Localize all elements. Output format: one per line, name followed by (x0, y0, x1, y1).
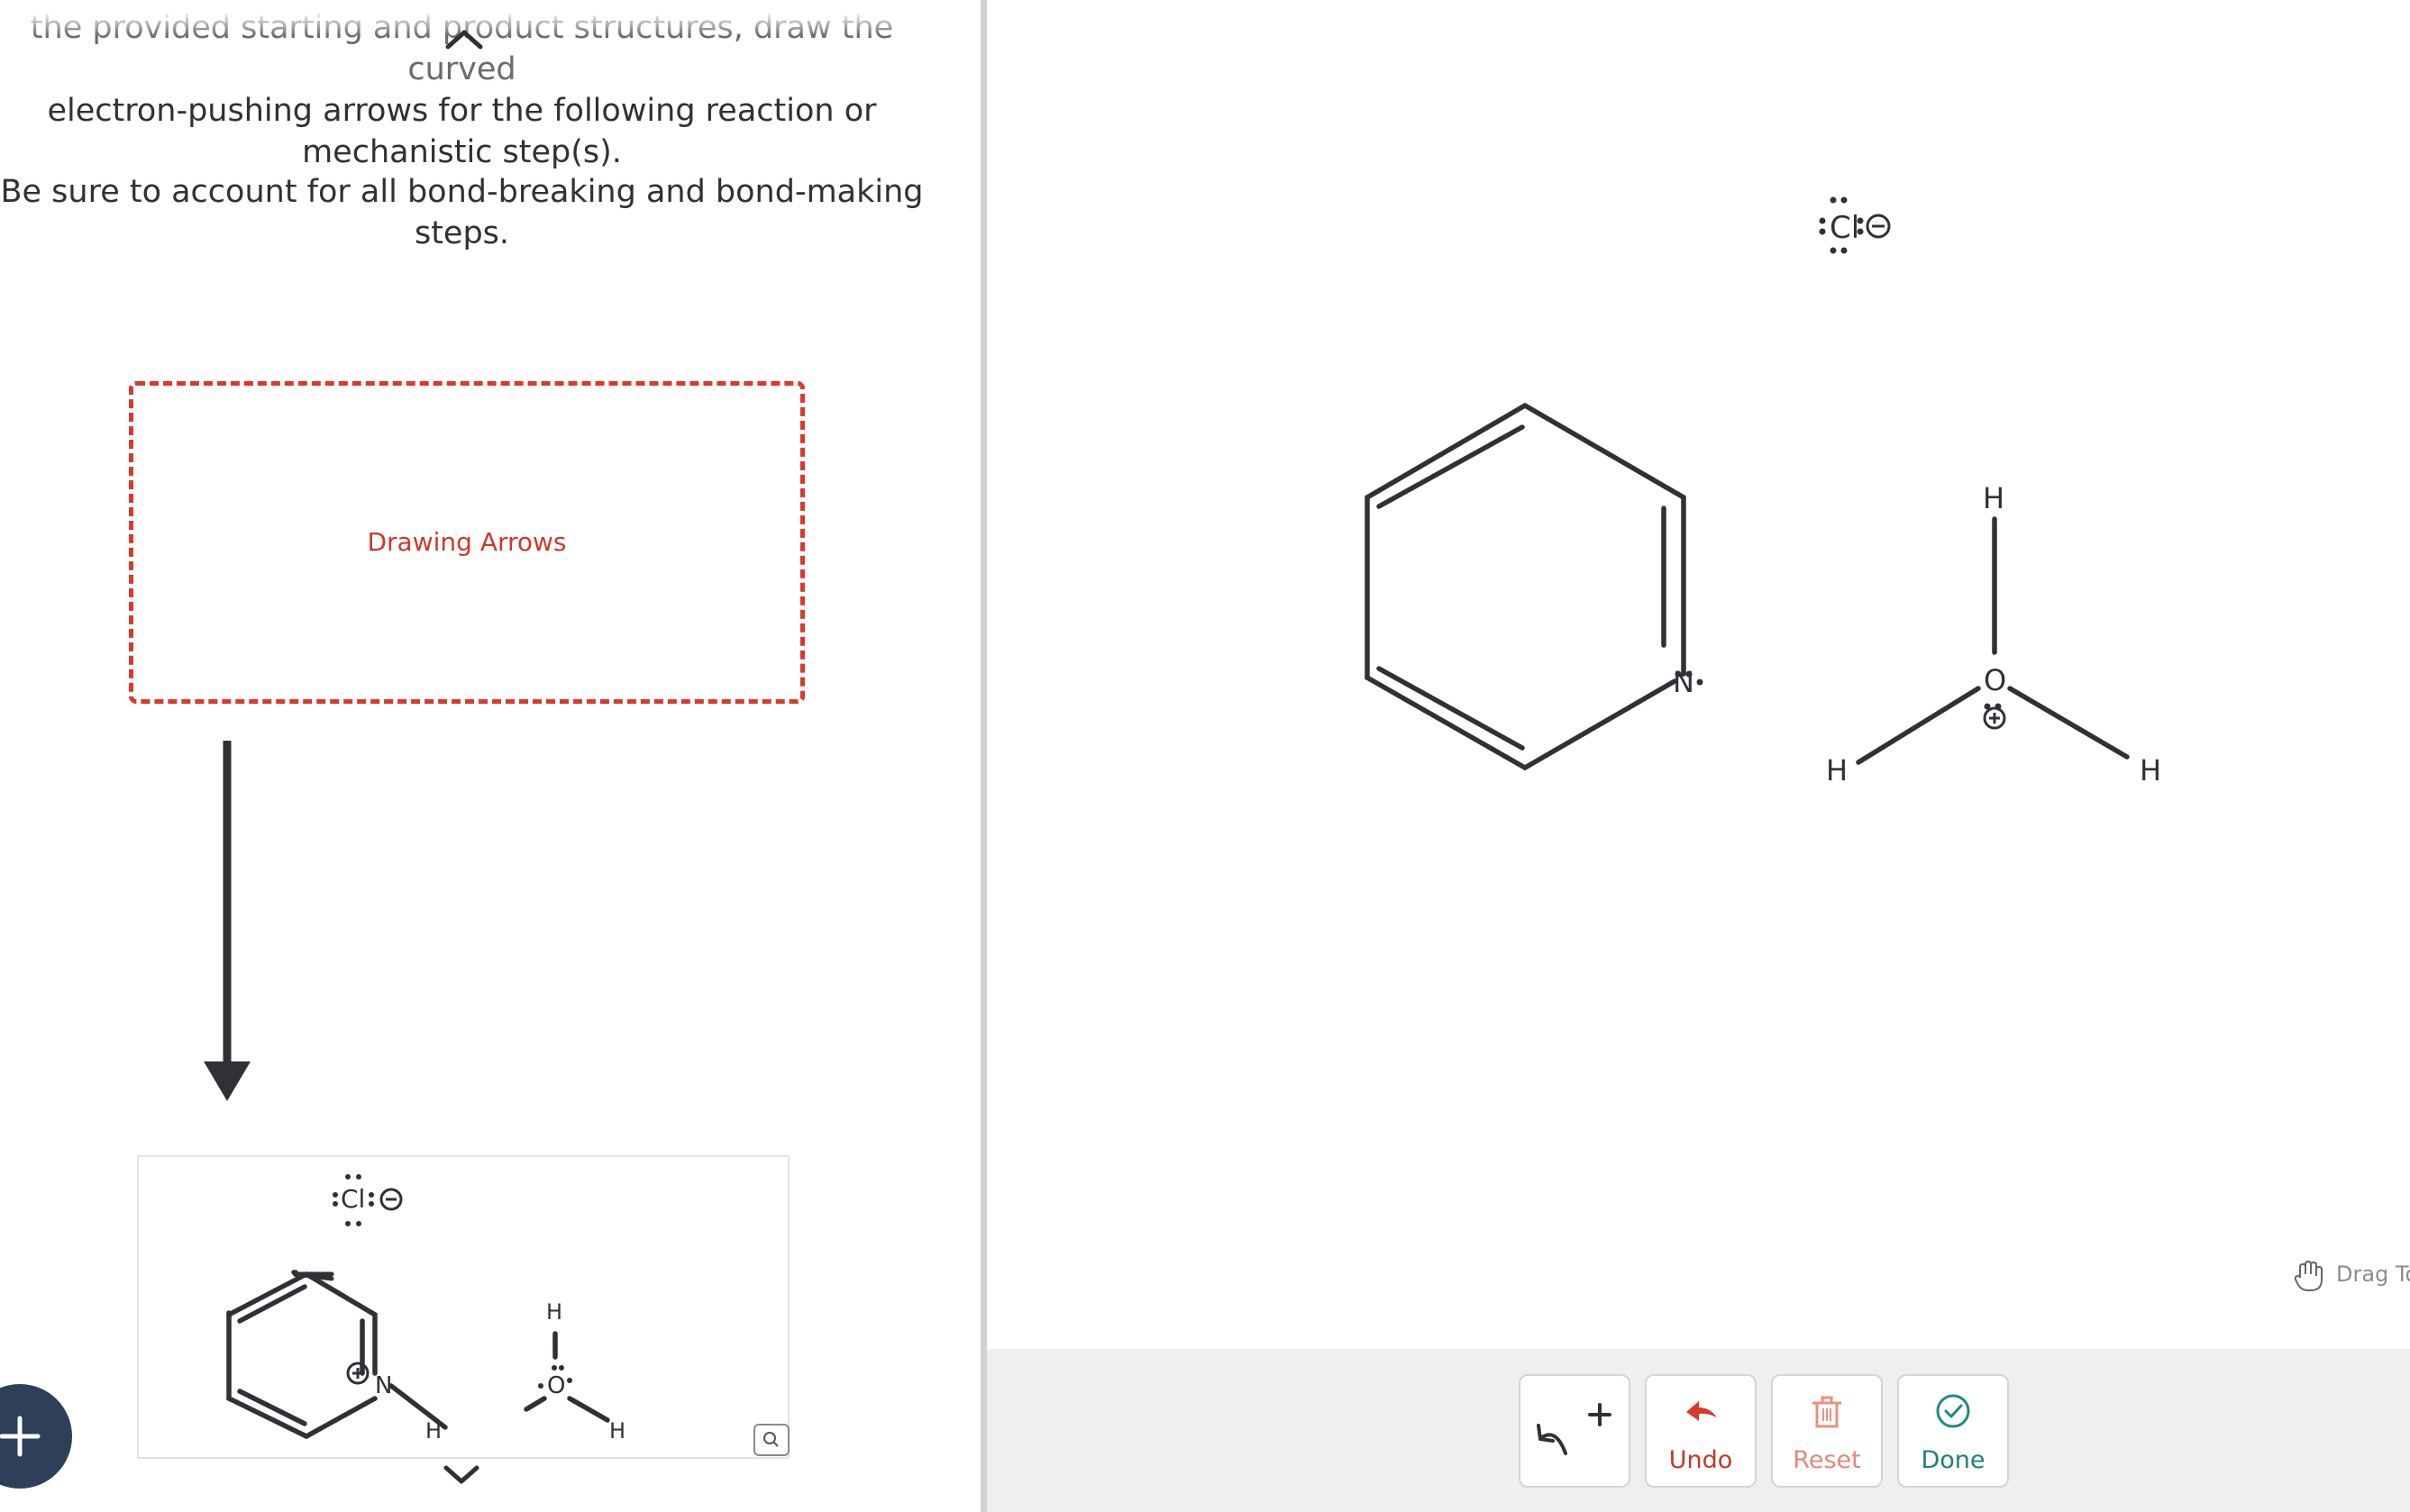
h-right-label: H (2140, 753, 2161, 788)
product-h-top-label: H (546, 1299, 562, 1325)
product-h-on-n-label: H (425, 1418, 442, 1444)
undo-label: Undo (1668, 1446, 1733, 1474)
drawing-canvas[interactable]: N Cl H O H H (987, 0, 2410, 1512)
drag-label: Drag To (2336, 1262, 2410, 1287)
pyridine-ring (1365, 403, 1686, 771)
scroll-up-chevron-icon[interactable] (444, 27, 484, 50)
reaction-arrow (204, 741, 251, 1101)
oxonium-oxygen-label: O (1984, 663, 2006, 697)
product-nitrogen-label: N (375, 1372, 392, 1399)
plus-icon (0, 1416, 41, 1457)
trash-icon (1812, 1396, 1841, 1428)
toolbar: Undo Reset Done (987, 1349, 2410, 1512)
product-oxygen-label: O (547, 1372, 565, 1399)
add-button[interactable] (0, 1384, 72, 1489)
magnifier-icon (763, 1432, 779, 1447)
h-top-label: H (1983, 481, 2004, 515)
reactant-structures: N Cl H O H H (1365, 196, 2161, 788)
done-label: Done (1921, 1446, 1986, 1474)
reset-label: Reset (1793, 1446, 1861, 1474)
undo-button[interactable]: Undo (1645, 1374, 1757, 1488)
chloride-label: Cl (1830, 210, 1859, 246)
product-structure: N H Cl H O H (226, 1174, 625, 1444)
oxonium-bonds (1856, 516, 2130, 765)
checkmark-circle-icon (1936, 1394, 1970, 1428)
drag-to-pan-hint: Drag To (2291, 1258, 2410, 1294)
positive-charge-icon (1983, 706, 2006, 730)
h-left-label: H (1826, 753, 1848, 788)
curved-arrow-plus-icon (1537, 1403, 1611, 1455)
drawing-arrows-label: Drawing Arrows (367, 527, 567, 557)
drawing-arrows-dropzone[interactable]: Drawing Arrows (129, 381, 805, 704)
undo-icon (1686, 1401, 1717, 1421)
instruction-line-2: electron-pushing arrows for the followin… (47, 93, 877, 129)
product-structure-box: N H Cl H O H (137, 1155, 790, 1459)
instruction-line-4: Be sure to account for all bond-breaking… (0, 174, 924, 210)
pyridine-nitrogen-label: N (1673, 665, 1694, 699)
scroll-down-chevron-icon[interactable] (443, 1463, 480, 1487)
instruction-line-5: steps. (414, 215, 510, 251)
product-chloride-label: Cl (341, 1184, 365, 1214)
product-h-right-label: H (609, 1418, 625, 1444)
instruction-line-3: mechanistic step(s). (302, 134, 622, 170)
question-panel: the provided starting and product struct… (0, 0, 981, 1512)
negative-charge-icon (1866, 214, 1891, 239)
curved-arrow-tool-button[interactable] (1519, 1374, 1630, 1488)
zoom-button[interactable] (753, 1424, 790, 1456)
panel-divider[interactable] (981, 0, 987, 1512)
instruction-note: Be sure to account for all bond-breaking… (0, 171, 924, 254)
reset-button[interactable]: Reset (1771, 1374, 1883, 1488)
done-button[interactable]: Done (1897, 1374, 2009, 1488)
hand-icon (2294, 1260, 2323, 1291)
